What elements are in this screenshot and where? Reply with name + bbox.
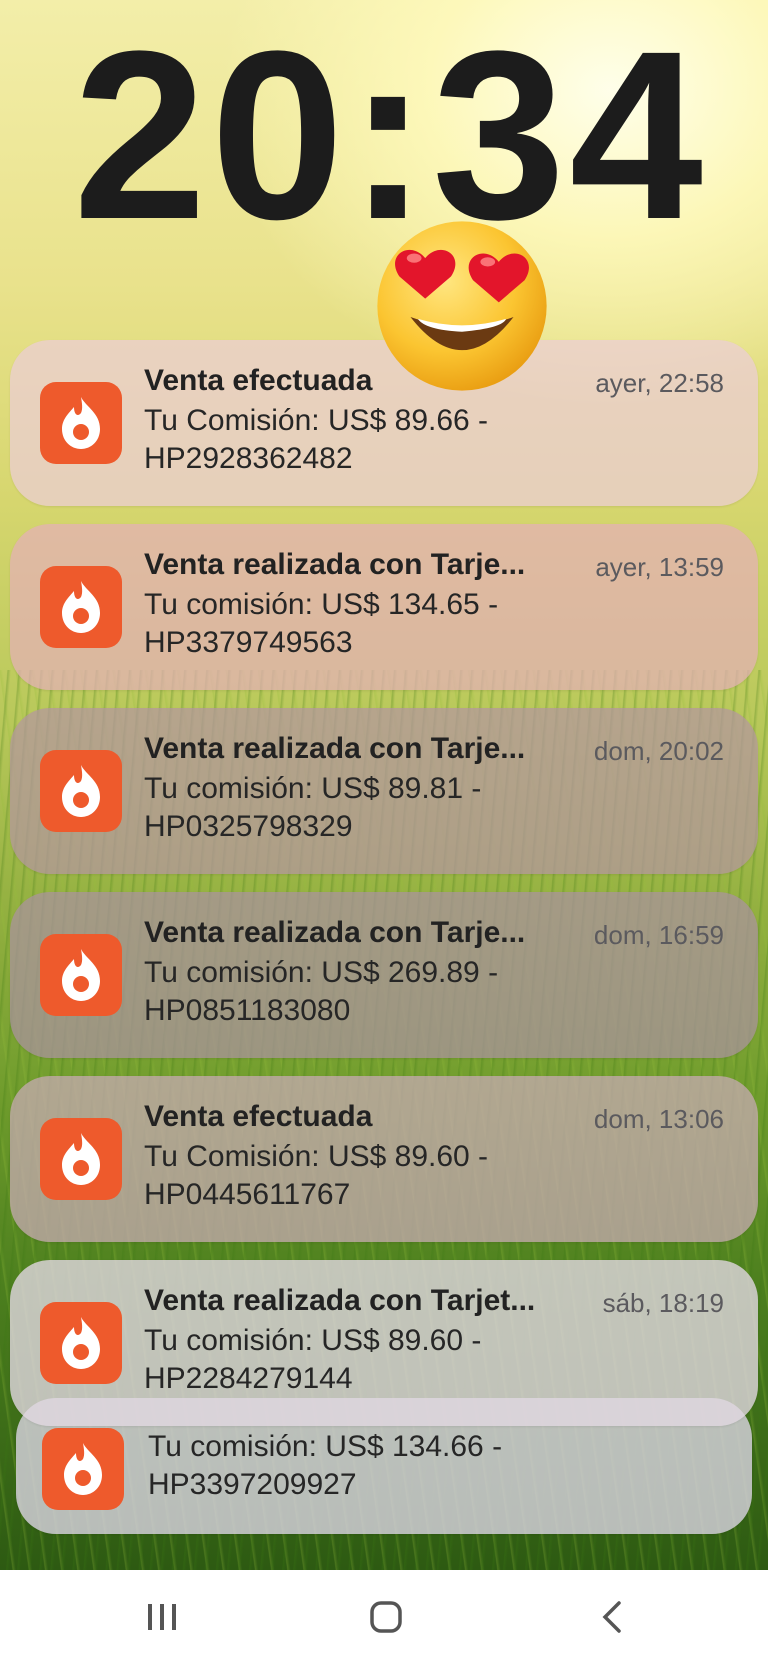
hotmart-flame-icon xyxy=(40,934,122,1016)
notification-commission: Tu comisión: US$ 134.66 - xyxy=(148,1430,503,1463)
notification-title: Venta realizada con Tarje... xyxy=(144,732,526,765)
notification-reference: HP2928362482 xyxy=(144,442,353,475)
hotmart-flame-icon xyxy=(40,1118,122,1200)
notification-commission: Tu Comisión: US$ 89.66 - xyxy=(144,404,489,437)
navigation-bar xyxy=(0,1570,768,1663)
heart-eyes-emoji xyxy=(377,221,547,391)
notification-title: Venta realizada con Tarjet... xyxy=(144,1284,536,1317)
notification-title: Venta efectuada xyxy=(144,1100,373,1133)
notification-title: Venta realizada con Tarje... xyxy=(144,548,526,581)
notification-body: Tu comisión: US$ 269.89 - HP0851183080 xyxy=(144,954,704,1030)
notification-title: Venta realizada con Tarje... xyxy=(144,916,526,949)
notification-card[interactable]: Venta realizada con Tarje... ayer, 13:59… xyxy=(10,524,758,690)
notification-reference: HP0325798329 xyxy=(144,810,353,843)
recents-icon[interactable] xyxy=(132,1592,192,1642)
hotmart-flame-icon xyxy=(40,566,122,648)
notification-commission: Tu comisión: US$ 134.65 - xyxy=(144,588,499,621)
hotmart-flame-icon xyxy=(40,750,122,832)
notification-body: Tu comisión: US$ 134.66 - HP3397209927 xyxy=(148,1428,708,1504)
notification-time: sáb, 18:19 xyxy=(602,1288,724,1318)
notification-body: Tu Comisión: US$ 89.66 - HP2928362482 xyxy=(144,402,704,478)
notification-commission: Tu comisión: US$ 89.60 - xyxy=(144,1324,482,1357)
notification-card[interactable]: Venta realizada con Tarjet... sáb, 18:19… xyxy=(10,1260,758,1426)
notification-body: Tu Comisión: US$ 89.60 - HP0445611767 xyxy=(144,1138,704,1214)
notification-time: dom, 16:59 xyxy=(593,920,724,950)
notification-reference: HP0851183080 xyxy=(144,994,351,1027)
notification-commission: Tu comisión: US$ 269.89 - xyxy=(144,956,499,989)
home-icon[interactable] xyxy=(356,1592,416,1642)
notification-body: Tu comisión: US$ 89.81 - HP0325798329 xyxy=(144,770,704,846)
notification-commission: Tu comisión: US$ 89.81 - xyxy=(144,772,482,805)
notification-reference: HP0445611767 xyxy=(144,1178,351,1211)
notification-card[interactable]: Venta efectuada dom, 13:06 Tu Comisión: … xyxy=(10,1076,758,1242)
notification-time: ayer, 22:58 xyxy=(595,368,724,398)
notification-card[interactable]: Venta realizada con Tarje... dom, 16:59 … xyxy=(10,892,758,1058)
back-icon[interactable] xyxy=(582,1592,642,1642)
notification-body: Tu comisión: US$ 134.65 - HP3379749563 xyxy=(144,586,704,662)
notification-time: ayer, 13:59 xyxy=(595,552,724,582)
notification-time: dom, 20:02 xyxy=(593,736,724,766)
notification-time: dom, 13:06 xyxy=(593,1104,724,1134)
notification-body: Tu comisión: US$ 89.60 - HP2284279144 xyxy=(144,1322,704,1398)
notification-commission: Tu Comisión: US$ 89.60 - xyxy=(144,1140,489,1173)
notification-card[interactable]: Venta realizada con Tarje... dom, 20:02 … xyxy=(10,708,758,874)
notification-reference: HP3397209927 xyxy=(148,1468,357,1501)
hotmart-flame-icon xyxy=(40,382,122,464)
notification-reference: HP2284279144 xyxy=(144,1362,353,1395)
notification-reference: HP3379749563 xyxy=(144,626,353,659)
hotmart-flame-icon xyxy=(40,1302,122,1384)
hotmart-flame-icon xyxy=(42,1428,124,1510)
